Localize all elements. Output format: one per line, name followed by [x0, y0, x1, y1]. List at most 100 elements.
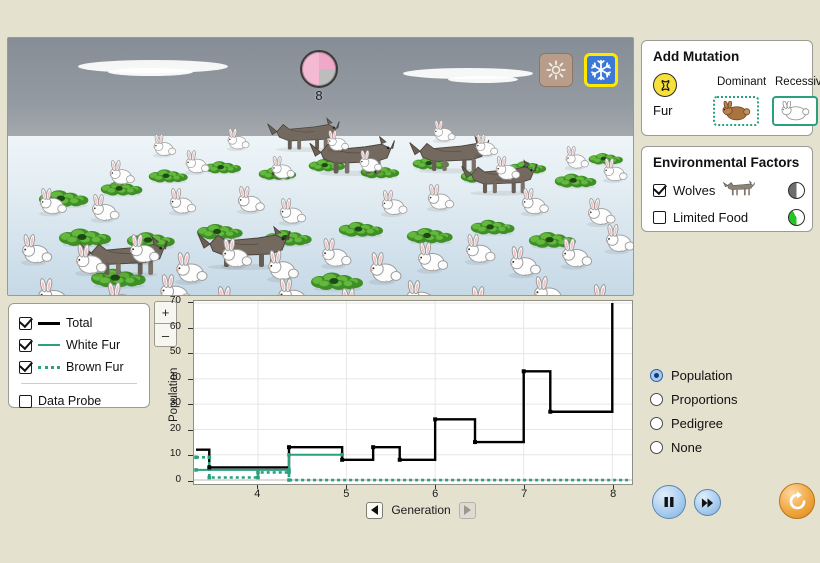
- brown-fur-checkbox[interactable]: [19, 361, 32, 374]
- bunny: [320, 238, 358, 270]
- env-factor-wolves[interactable]: Wolves: [653, 179, 805, 201]
- bunny: [468, 286, 510, 296]
- limited-food-checkbox[interactable]: [653, 211, 666, 224]
- bunny: [494, 156, 525, 183]
- sun-icon: [546, 60, 566, 80]
- radio-pedigree[interactable]: Pedigree: [650, 411, 800, 435]
- radio-pedigree-button[interactable]: [650, 417, 663, 430]
- bunny: [168, 188, 202, 217]
- graph-plot-area: [194, 301, 632, 484]
- limited-food-pie-icon: [788, 209, 805, 226]
- step-forward-button[interactable]: [694, 489, 721, 516]
- total-checkbox[interactable]: [19, 317, 32, 330]
- bunny: [276, 278, 317, 296]
- bunny: [36, 278, 78, 296]
- bunny: [416, 242, 454, 275]
- trait-label-fur: Fur: [653, 103, 673, 118]
- reset-all-button[interactable]: [779, 483, 815, 519]
- left-arrow-icon: [371, 505, 378, 515]
- dna-icon: [653, 73, 677, 97]
- legend-item-brown-fur[interactable]: Brown Fur: [19, 356, 139, 378]
- column-header-dominant: Dominant: [717, 76, 766, 88]
- bunny: [602, 158, 632, 184]
- snowflake-icon: [590, 59, 612, 81]
- bunny: [158, 274, 199, 296]
- brown-fur-line-swatch: [38, 366, 60, 369]
- bunny: [508, 246, 547, 279]
- population-graph[interactable]: [193, 300, 633, 485]
- y-tick-50: 50: [141, 346, 181, 357]
- environmental-factors-panel: Environmental Factors Wolves Li: [641, 146, 813, 232]
- x-tick-8: 8: [603, 488, 623, 500]
- radio-proportions-button[interactable]: [650, 393, 663, 406]
- previous-generation-button[interactable]: [366, 502, 383, 519]
- bunny: [426, 184, 460, 213]
- y-tick-40: 40: [141, 372, 181, 383]
- bunny: [214, 286, 256, 296]
- column-header-recessive: Recessive: [775, 76, 820, 88]
- legend-item-white-fur[interactable]: White Fur: [19, 334, 139, 356]
- wolves-label: Wolves: [673, 183, 715, 198]
- wolf-icon: [722, 179, 756, 201]
- data-probe-checkbox[interactable]: [19, 395, 32, 408]
- bunny: [564, 146, 594, 171]
- fur-dominant-allele-button[interactable]: [713, 96, 759, 126]
- x-tick-4: 4: [247, 488, 267, 500]
- legend-label-white-fur: White Fur: [66, 338, 120, 352]
- cloud-1: [108, 68, 193, 76]
- brown-fur-bunny-icon: [719, 101, 753, 121]
- limited-food-label: Limited Food: [673, 210, 748, 225]
- x-tickmark-4: [257, 485, 258, 489]
- generation-axis-label: Generation: [391, 503, 450, 517]
- bunny: [220, 238, 258, 271]
- bunny: [128, 234, 166, 266]
- env-factor-limited-food[interactable]: Limited Food: [653, 209, 805, 226]
- bunny: [532, 276, 572, 296]
- y-tick-30: 30: [141, 397, 181, 408]
- bunny: [104, 282, 146, 296]
- x-tick-6: 6: [425, 488, 445, 500]
- legend-label-data-probe: Data Probe: [38, 394, 101, 408]
- bunny: [590, 284, 631, 296]
- radio-proportions[interactable]: Proportions: [650, 387, 800, 411]
- graph-mode-radio-group: Population Proportions Pedigree None: [650, 363, 800, 459]
- add-mutation-panel: Add Mutation Dominant Recessive Fur: [641, 40, 813, 136]
- equator-climate-button[interactable]: [539, 53, 573, 87]
- arctic-climate-button[interactable]: [584, 53, 618, 87]
- bunny: [278, 198, 312, 227]
- cloud-3: [448, 76, 518, 83]
- bunny: [270, 156, 300, 181]
- white-fur-checkbox[interactable]: [19, 339, 32, 352]
- generation-navigation: Generation: [366, 500, 476, 520]
- x-tick-5: 5: [336, 488, 356, 500]
- y-tick-70: 70: [141, 295, 181, 306]
- bunny: [236, 186, 270, 215]
- pause-button[interactable]: [652, 485, 686, 519]
- bunny: [474, 134, 503, 158]
- bunny: [604, 224, 634, 255]
- y-tick-10: 10: [141, 448, 181, 459]
- bunny: [108, 160, 140, 187]
- shrub: [338, 218, 386, 238]
- bunny: [464, 234, 502, 266]
- radio-none[interactable]: None: [650, 435, 800, 459]
- radio-population[interactable]: Population: [650, 363, 800, 387]
- bunny: [338, 288, 380, 296]
- bunny: [368, 252, 408, 286]
- bunny: [226, 128, 254, 152]
- bunny: [560, 238, 598, 271]
- next-generation-button[interactable]: [459, 502, 476, 519]
- graph-legend-panel: Total White Fur Brown Fur Data Probe: [8, 303, 150, 408]
- radio-population-button[interactable]: [650, 369, 663, 382]
- total-line-swatch: [38, 322, 60, 325]
- bunny: [404, 280, 445, 296]
- legend-item-data-probe[interactable]: Data Probe: [19, 390, 139, 412]
- legend-item-total[interactable]: Total: [19, 312, 139, 334]
- fur-recessive-allele-button[interactable]: [772, 96, 818, 126]
- radio-pedigree-label: Pedigree: [671, 416, 723, 431]
- x-tick-7: 7: [514, 488, 534, 500]
- wolves-checkbox[interactable]: [653, 184, 666, 197]
- bunny: [20, 234, 58, 267]
- radio-none-button[interactable]: [650, 441, 663, 454]
- y-tick-60: 60: [141, 321, 181, 332]
